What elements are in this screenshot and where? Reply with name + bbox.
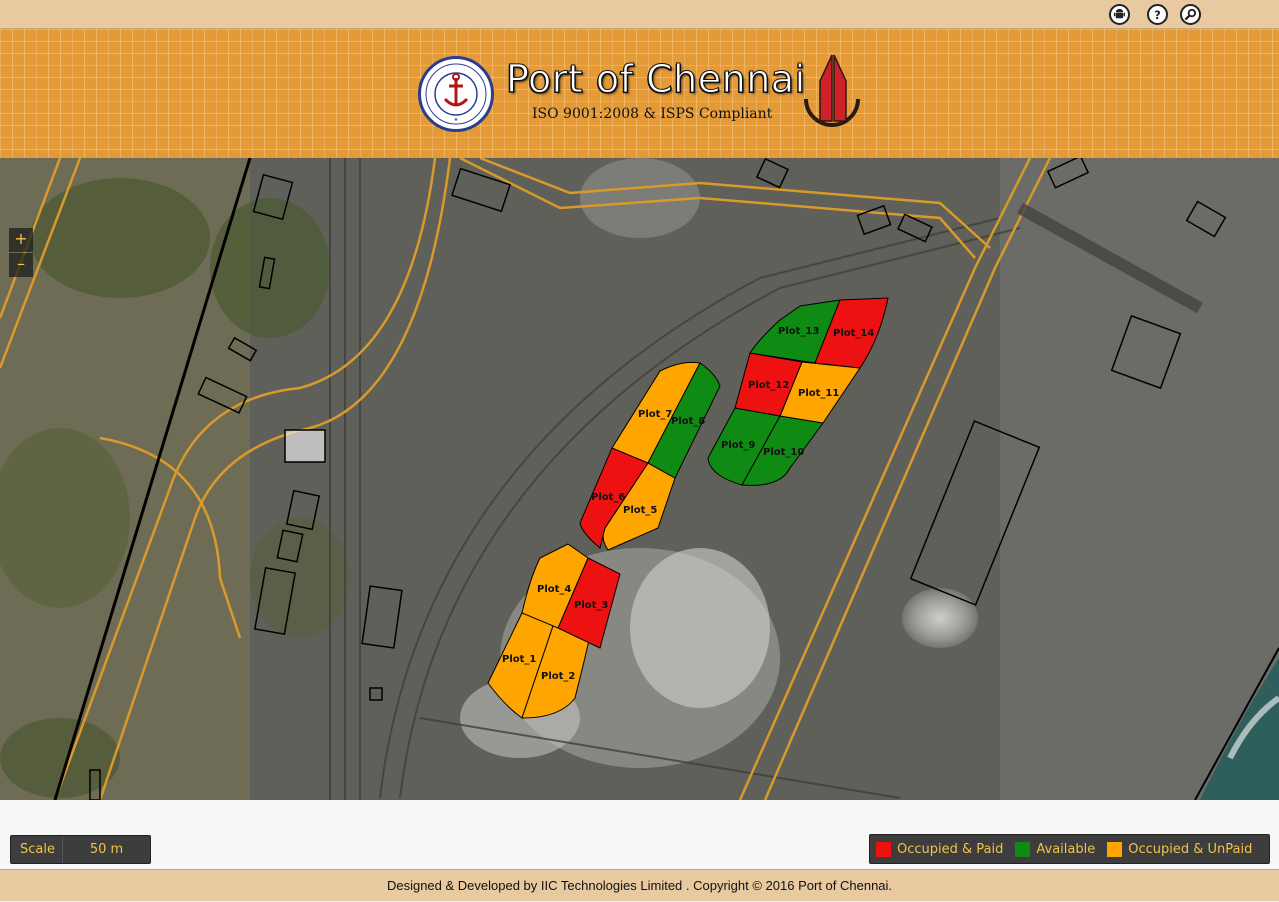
brand-emblem-icon <box>800 51 864 131</box>
android-icon[interactable] <box>1109 4 1130 25</box>
legend-swatch <box>876 841 891 857</box>
legend: Occupied & Paid Available Occupied & UnP… <box>869 834 1270 864</box>
scale-label: Scale <box>11 836 63 863</box>
plot-7-label: Plot_7 <box>638 409 672 420</box>
zoom-in-button[interactable]: + <box>9 228 33 252</box>
legend-item-occupied-unpaid: Occupied & UnPaid <box>1107 841 1253 857</box>
svg-text:?: ? <box>1154 9 1160 21</box>
page-title: Port of Chennai <box>506 57 806 102</box>
search-icon[interactable] <box>1180 4 1201 25</box>
top-toolbar: ? <box>0 0 1279 29</box>
legend-label: Occupied & Paid <box>897 841 1004 857</box>
map-view[interactable]: Plot_1 Plot_2 Plot_3 Plot_4 Plot_5 Plot_… <box>0 158 1279 800</box>
legend-item-occupied-paid: Occupied & Paid <box>876 841 1004 857</box>
legend-label: Available <box>1036 841 1096 857</box>
legend-swatch <box>1107 841 1123 857</box>
legend-swatch <box>1015 841 1031 857</box>
legend-item-available: Available <box>1015 841 1096 857</box>
satellite-basemap: Plot_1 Plot_2 Plot_3 Plot_4 Plot_5 Plot_… <box>0 158 1279 800</box>
plot-6-label: Plot_6 <box>591 492 625 503</box>
plot-11-label: Plot_11 <box>798 388 839 399</box>
plot-5-label: Plot_5 <box>623 505 657 516</box>
zoom-out-button[interactable]: – <box>9 253 33 277</box>
plot-9-label: Plot_9 <box>721 440 755 451</box>
plot-4-label: Plot_4 <box>537 584 571 595</box>
copyright-footer: Designed & Developed by IIC Technologies… <box>0 869 1279 901</box>
legend-label: Occupied & UnPaid <box>1128 841 1253 857</box>
plot-2-label: Plot_2 <box>541 671 575 682</box>
header-banner: ★ Port of Chennai ISO 9001:2008 & ISPS C… <box>0 29 1279 158</box>
port-seal-logo: ★ <box>418 56 494 132</box>
plot-3-label: Plot_3 <box>574 600 608 611</box>
svg-text:★: ★ <box>454 117 459 123</box>
plot-14-label: Plot_14 <box>833 328 874 339</box>
scale-value: 50 m <box>89 842 124 857</box>
page-subtitle: ISO 9001:2008 & ISPS Compliant <box>532 106 773 122</box>
plot-12-label: Plot_12 <box>748 380 789 391</box>
help-icon[interactable]: ? <box>1147 4 1168 25</box>
plot-1-label: Plot_1 <box>502 654 536 665</box>
scale-bar: Scale 50 m <box>10 835 151 864</box>
plot-10-label: Plot_10 <box>763 447 804 458</box>
plot-8-label: Plot_8 <box>671 416 705 427</box>
plot-13-label: Plot_13 <box>778 326 819 337</box>
